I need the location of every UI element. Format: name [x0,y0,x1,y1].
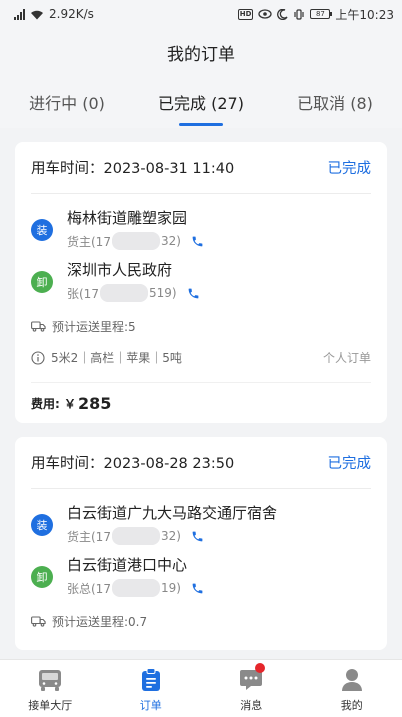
order-card-header: 用车时间：2023-08-31 11:40 已完成 [31,142,371,194]
status-bar: 2.92K/s HD 87 上午10:23 [0,0,402,28]
header: 我的订单 [0,28,402,76]
distance-row: 预计运送里程:0.7 [31,613,371,630]
masked-phone [111,527,160,545]
fee-amount: 285 [77,393,112,413]
unload-badge: 卸 [31,271,53,293]
network-speed: 2.92K/s [49,7,94,21]
unload-contact: 张总(17 19) [67,579,204,597]
load-stop: 装 白云街道广九大马路交通厅宿舍 货主(17 32) [31,489,371,545]
unload-stop: 卸 深圳市人民政府 张(17 519) [31,250,371,302]
truck-icon [31,321,46,332]
order-list: 用车时间：2023-08-31 11:40 已完成 装 梅林街道雕塑家园 货主(… [0,128,402,650]
order-time: 用车时间：2023-08-28 23:50 [31,456,235,472]
bottom-nav: 接单大厅 订单 消息 我的 [0,659,402,717]
signal-icon [14,8,25,20]
vibrate-icon [294,8,305,20]
nav-profile[interactable]: 我的 [302,660,402,717]
unload-stop: 卸 白云街道港口中心 张总(17 19) [31,545,371,597]
clipboard-icon [141,665,161,695]
order-status: 已完成 [327,161,372,177]
moon-icon [277,8,288,20]
distance-text: 预计运送里程:5 [52,320,136,334]
hd-icon: HD [237,8,254,20]
distance-text: 预计运送里程:0.7 [52,615,148,629]
tab-completed[interactable]: 已完成 (27) [134,78,268,128]
unload-badge: 卸 [31,566,53,588]
order-card[interactable]: 用车时间：2023-08-31 11:40 已完成 装 梅林街道雕塑家园 货主(… [15,142,387,423]
order-time: 用车时间：2023-08-31 11:40 [31,161,235,177]
phone-icon[interactable] [187,287,200,300]
truck-icon [31,616,46,627]
specs-row: 5米2｜高栏｜苹果｜5吨 个人订单 [31,349,371,383]
phone-icon[interactable] [191,582,204,595]
order-kind: 个人订单 [322,351,371,365]
status-right: HD 87 上午10:23 [237,6,394,23]
order-card[interactable]: 用车时间：2023-08-28 23:50 已完成 装 白云街道广九大马路交通厅… [15,437,387,650]
tab-cancelled[interactable]: 已取消 (8) [268,78,402,128]
specs-text: 5米2｜高栏｜苹果｜5吨 [51,351,182,365]
order-card-header: 用车时间：2023-08-28 23:50 已完成 [31,437,371,489]
order-tabs: 进行中 (0) 已完成 (27) 已取消 (8) [0,76,402,128]
info-icon [31,350,45,365]
nav-order-hall[interactable]: 接单大厅 [0,660,101,717]
load-contact: 货主(17 32) [67,527,277,545]
unread-dot [255,663,265,673]
eye-icon [258,9,273,19]
user-icon [341,665,363,695]
load-address: 白云街道广九大马路交通厅宿舍 [67,504,278,522]
load-badge: 装 [31,514,53,536]
nav-orders[interactable]: 订单 [101,660,202,717]
page-title: 我的订单 [167,44,235,65]
battery-icon: 87 [310,9,333,19]
nav-messages[interactable]: 消息 [201,660,302,717]
masked-phone [111,232,160,250]
order-status: 已完成 [327,456,372,472]
phone-icon[interactable] [191,530,204,543]
phone-icon[interactable] [191,235,204,248]
load-badge: 装 [31,219,53,241]
masked-phone [99,284,148,302]
distance-row: 预计运送里程:5 [31,318,371,335]
unload-contact: 张(17 519) [67,284,200,302]
unload-address: 深圳市人民政府 [67,261,173,279]
wifi-icon [31,10,43,19]
load-contact: 货主(17 32) [67,232,204,250]
tab-in-progress[interactable]: 进行中 (0) [0,78,134,128]
truck-icon [37,665,63,695]
fee-label: 费用: ￥ [31,396,76,411]
masked-phone [111,579,160,597]
unload-address: 白云街道港口中心 [67,556,188,574]
load-stop: 装 梅林街道雕塑家园 货主(17 32) [31,194,371,250]
load-address: 梅林街道雕塑家园 [67,209,188,227]
clock: 上午10:23 [335,7,394,22]
status-left: 2.92K/s [14,7,94,21]
fee-row: 费用: ￥ 285 [31,383,371,423]
